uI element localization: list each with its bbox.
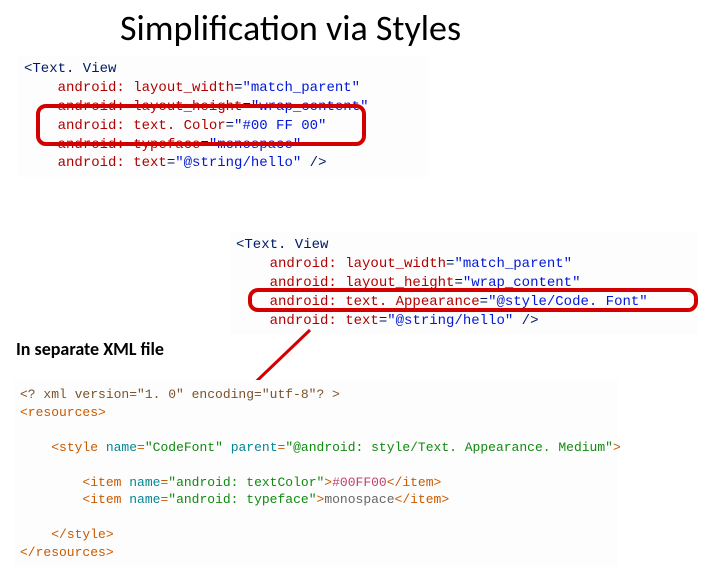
- val: "@string/hello": [387, 313, 513, 329]
- val: "match_parent": [454, 256, 572, 272]
- attr-val: "android: textColor": [168, 475, 324, 490]
- code-block-styles-xml: <? xml version="1. 0" encoding="utf-8"? …: [14, 380, 618, 567]
- tag-close: </style>: [51, 527, 113, 542]
- attr-val: "android: typeface": [168, 492, 316, 507]
- tag: <style: [51, 440, 106, 455]
- eq: =: [379, 313, 387, 329]
- code-block-after: <Text. View android: layout_width = "match…: [230, 232, 698, 334]
- tag: <item: [82, 475, 129, 490]
- val: "@string/hello": [175, 155, 301, 171]
- tag-open: <Text. View: [24, 61, 116, 77]
- tag-close: </item>: [395, 492, 450, 507]
- attr-name: name: [129, 475, 160, 490]
- attr-val: "@android: style/Text. Appearance. Mediu…: [285, 440, 613, 455]
- xml-decl: <? xml version="1. 0" encoding="utf-8"? …: [20, 387, 340, 402]
- tag-close: />: [513, 313, 538, 329]
- tag: <item: [82, 492, 129, 507]
- eq: =: [167, 155, 175, 171]
- slide-title: Simplification via Styles: [120, 6, 461, 50]
- val: "match_parent": [242, 80, 360, 96]
- tag-close: </item>: [387, 475, 442, 490]
- text: #00FF00: [332, 475, 387, 490]
- tag-close: />: [301, 155, 326, 171]
- caption-separate-file: In separate XML file: [16, 338, 164, 360]
- highlight-box-before: [36, 104, 366, 146]
- attr-name: parent: [231, 440, 278, 455]
- attr: android: layout_width: [58, 80, 234, 96]
- tag-open: <Text. View: [236, 237, 328, 253]
- attr: android: layout_width: [270, 256, 446, 272]
- attr-name: name: [106, 440, 137, 455]
- highlight-box-after: [248, 288, 698, 312]
- attr: android: text: [270, 313, 379, 329]
- tag: <resources>: [20, 405, 106, 420]
- text: monospace: [324, 492, 394, 507]
- gt: >: [613, 440, 621, 455]
- attr: android: text: [58, 155, 167, 171]
- eq: =: [137, 440, 145, 455]
- gt: >: [324, 475, 332, 490]
- attr-val: "CodeFont": [145, 440, 223, 455]
- tag-close: </resources>: [20, 545, 114, 560]
- attr-name: name: [129, 492, 160, 507]
